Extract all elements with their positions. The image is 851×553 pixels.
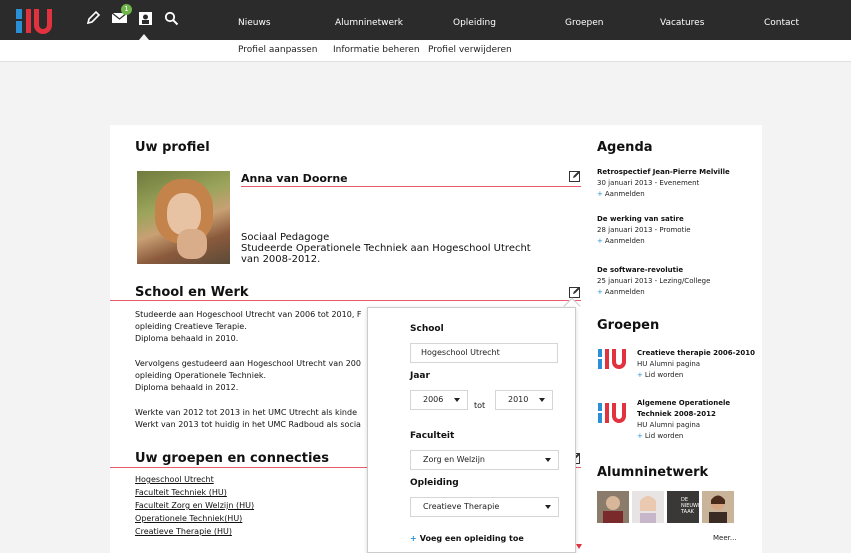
alumni-heading: Alumninetwerk bbox=[597, 465, 709, 480]
faculty-select[interactable]: Zorg en Welzijn bbox=[410, 450, 559, 470]
sidebar-group-meta: HU Alumni pagina bbox=[637, 421, 701, 429]
agenda-signup-link[interactable]: Aanmelden bbox=[597, 288, 645, 296]
year-from-select[interactable]: 2006 bbox=[410, 390, 468, 410]
program-value: Creatieve Therapie bbox=[423, 502, 500, 511]
name-underline bbox=[241, 186, 581, 187]
group-logo bbox=[598, 403, 626, 423]
subnav-profiel-verwijderen[interactable]: Profiel verwijderen bbox=[428, 45, 512, 55]
profile-line: van 2008-2012. bbox=[241, 254, 321, 265]
group-link[interactable]: Faculteit Techniek (HU) bbox=[135, 487, 227, 500]
sidebar-group-title[interactable]: Techniek 2008-2012 bbox=[637, 410, 716, 418]
edit-school-icon[interactable] bbox=[569, 286, 581, 298]
school-text: Diploma behaald in 2012. bbox=[135, 383, 239, 392]
top-bar: 1 Nieuws Alumninetwerk Opleiding Groepen… bbox=[0, 0, 851, 40]
program-select[interactable]: Creatieve Therapie bbox=[410, 497, 559, 517]
school-text: Vervolgens gestudeerd aan Hogeschool Utr… bbox=[135, 359, 361, 368]
agenda-item-meta: 28 januari 2013 - Promotie bbox=[597, 226, 691, 234]
sidebar-group-title[interactable]: Creatieve therapie 2006-2010 bbox=[637, 349, 755, 357]
school-text: opleiding Creatieve Terapie. bbox=[135, 322, 247, 331]
program-label: Opleiding bbox=[410, 478, 459, 488]
nav-groepen[interactable]: Groepen bbox=[565, 18, 603, 28]
profile-line: Sociaal Pedagoge bbox=[241, 232, 330, 243]
group-link[interactable]: Operationele Techniek(HU) bbox=[135, 513, 242, 526]
subnav-profiel-aanpassen[interactable]: Profiel aanpassen bbox=[238, 45, 317, 55]
nav-contact[interactable]: Contact bbox=[764, 18, 799, 28]
profile-name: Anna van Doorne bbox=[241, 172, 348, 185]
scroll-down-icon[interactable] bbox=[576, 544, 582, 549]
join-group-link[interactable]: Lid worden bbox=[637, 371, 683, 379]
year-separator: tot bbox=[474, 401, 486, 410]
school-heading: School en Werk bbox=[135, 285, 249, 300]
profile-line: Studeerde Operationele Techniek aan Hoge… bbox=[241, 243, 531, 254]
alumni-avatar[interactable] bbox=[597, 491, 629, 523]
sub-nav: Profiel aanpassen Informatie beheren Pro… bbox=[0, 40, 851, 62]
school-text: Diploma behaald in 2010. bbox=[135, 334, 239, 343]
school-text: Werkt van 2013 tot huidig in het UMC Rad… bbox=[135, 420, 361, 429]
top-icons: 1 bbox=[84, 4, 180, 27]
school-text: Werkte van 2012 tot 2013 in het UMC Utre… bbox=[135, 408, 357, 417]
pencil-icon[interactable] bbox=[84, 9, 102, 27]
chevron-down-icon bbox=[545, 505, 551, 509]
group-link[interactable]: Creatieve Therapie (HU) bbox=[135, 526, 232, 539]
agenda-item-meta: 25 januari 2013 - Lezing/College bbox=[597, 277, 711, 285]
agenda-item-meta: 30 januari 2013 - Evenement bbox=[597, 179, 700, 187]
school-label: School bbox=[410, 324, 444, 334]
join-group-link[interactable]: Lid worden bbox=[637, 432, 683, 440]
group-logo bbox=[598, 349, 626, 369]
edit-profile-icon[interactable] bbox=[569, 170, 581, 182]
mail-badge: 1 bbox=[121, 4, 132, 15]
sidebar-group-meta: HU Alumni pagina bbox=[637, 360, 701, 368]
mail-icon[interactable]: 1 bbox=[110, 4, 132, 27]
hu-logo[interactable] bbox=[14, 7, 56, 35]
nav-vacatures[interactable]: Vacatures bbox=[660, 18, 704, 28]
agenda-item-title[interactable]: De werking van satire bbox=[597, 215, 684, 223]
sidebar-group-title[interactable]: Algemene Operationele bbox=[637, 399, 730, 407]
edit-school-popover: School Hogeschool Utrecht Jaar 2006 tot … bbox=[367, 307, 582, 553]
add-program-link[interactable]: Voeg een opleiding toe bbox=[410, 534, 524, 543]
faculty-label: Faculteit bbox=[410, 431, 455, 441]
search-icon[interactable] bbox=[162, 9, 180, 27]
year-to-value: 2010 bbox=[508, 395, 529, 404]
profile-photo bbox=[137, 171, 230, 264]
year-from-value: 2006 bbox=[423, 395, 444, 404]
school-text: opleiding Operationele Techniek. bbox=[135, 371, 267, 380]
nav-alumninetwerk[interactable]: Alumninetwerk bbox=[335, 18, 403, 28]
agenda-signup-link[interactable]: Aanmelden bbox=[597, 237, 645, 245]
groups-heading: Uw groepen en connecties bbox=[135, 451, 329, 466]
year-label: Jaar bbox=[410, 371, 430, 381]
alumni-more-link[interactable]: Meer... bbox=[713, 534, 737, 542]
group-link[interactable]: Faculteit Zorg en Welzijn (HU) bbox=[135, 500, 254, 513]
agenda-signup-link[interactable]: Aanmelden bbox=[597, 190, 645, 198]
nav-opleiding[interactable]: Opleiding bbox=[453, 18, 496, 28]
agenda-item-title[interactable]: De software-revolutie bbox=[597, 266, 683, 274]
school-text: Studeerde aan Hogeschool Utrecht van 200… bbox=[135, 310, 362, 319]
agenda-heading: Agenda bbox=[597, 140, 653, 155]
chevron-down-icon bbox=[539, 398, 545, 402]
agenda-item-title[interactable]: Retrospectief Jean-Pierre Melville bbox=[597, 168, 730, 176]
subnav-informatie-beheren[interactable]: Informatie beheren bbox=[333, 45, 420, 55]
faculty-value: Zorg en Welzijn bbox=[423, 455, 485, 464]
alumni-avatar[interactable] bbox=[702, 491, 734, 523]
year-to-select[interactable]: 2010 bbox=[495, 390, 553, 410]
chevron-down-icon bbox=[454, 398, 460, 402]
alumni-avatar[interactable]: DE NIEUWE TAAK bbox=[667, 491, 702, 523]
nav-nieuws[interactable]: Nieuws bbox=[238, 18, 271, 28]
school-field[interactable]: Hogeschool Utrecht bbox=[410, 343, 558, 363]
profile-icon[interactable] bbox=[136, 9, 154, 27]
school-underline bbox=[110, 300, 581, 301]
alumni-thumb-caption: DE NIEUWE TAAK bbox=[681, 497, 702, 515]
chevron-down-icon bbox=[545, 458, 551, 462]
profile-heading: Uw profiel bbox=[135, 140, 210, 155]
alumni-avatar[interactable] bbox=[632, 491, 664, 523]
group-link[interactable]: Hogeschool Utrecht bbox=[135, 474, 214, 487]
sidebar-groups-heading: Groepen bbox=[597, 318, 660, 333]
